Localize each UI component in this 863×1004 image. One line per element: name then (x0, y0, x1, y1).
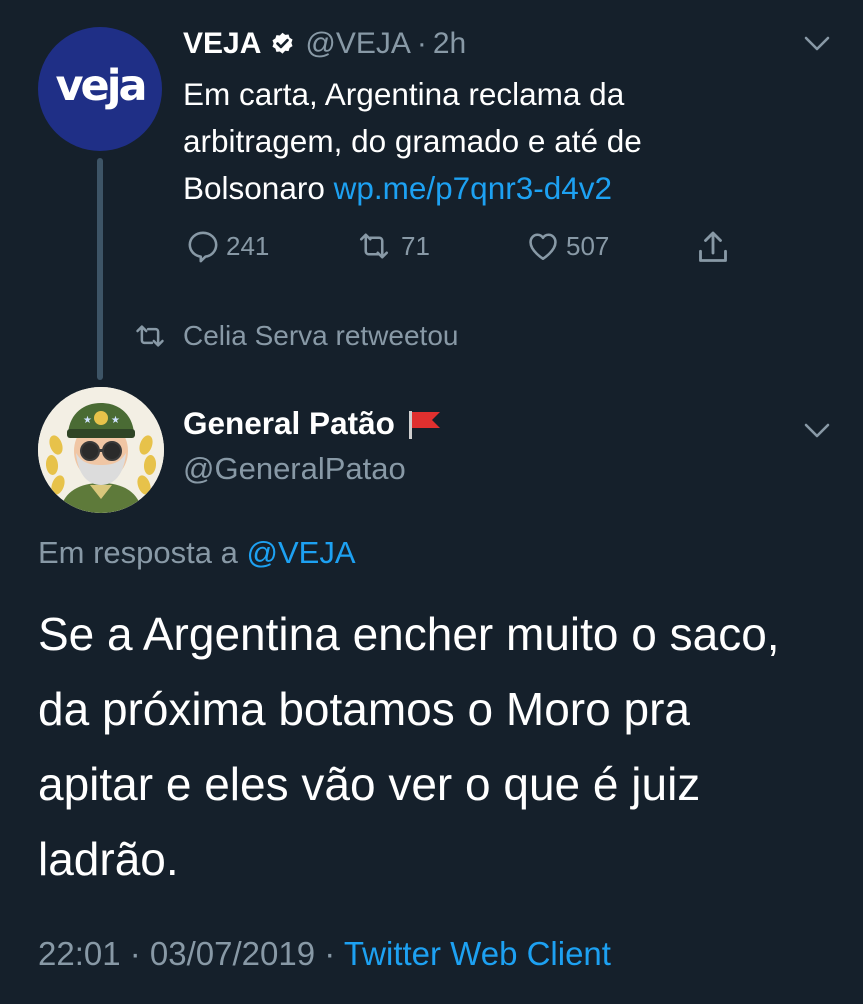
main-text-line: da próxima botamos o Moro pra (38, 683, 690, 735)
parent-handle[interactable]: @VEJA (305, 27, 410, 61)
reply-to-handle-link[interactable]: @VEJA (247, 535, 356, 570)
retweet-context[interactable]: Celia Serva retweetou (135, 320, 458, 352)
main-tweet-text: Se a Argentina encher muito o saco, da p… (38, 597, 838, 897)
reply-to-line: Em resposta a @VEJA (38, 535, 356, 571)
parent-text-line: Em carta, Argentina reclama da (183, 76, 625, 112)
chevron-down-icon[interactable] (804, 36, 830, 52)
main-display-name-row: General Patão (183, 405, 445, 442)
main-display-name[interactable]: General Patão (183, 405, 395, 442)
avatar-logo-text: veja (55, 61, 148, 111)
retweet-count: 71 (401, 230, 430, 261)
retweet-icon (136, 325, 164, 347)
thread-connector-line (97, 158, 103, 380)
reply-icon (188, 231, 218, 263)
share-button[interactable] (693, 228, 738, 268)
red-flag-icon (408, 410, 440, 439)
verified-badge-icon (272, 32, 293, 54)
like-button[interactable]: 507 (525, 228, 609, 264)
reply-button[interactable]: 241 (185, 228, 269, 264)
main-text-line: apitar e eles vão ver o que é juiz (38, 758, 701, 810)
reply-count: 241 (226, 230, 270, 261)
svg-text:★: ★ (83, 415, 92, 426)
chevron-down-icon[interactable] (804, 423, 830, 439)
main-handle[interactable]: @GeneralPatao (183, 451, 406, 487)
veja-avatar[interactable]: veja (38, 27, 162, 151)
retweet-icon (359, 233, 389, 259)
retweet-context-label: Celia Serva retweetou (183, 320, 459, 351)
meta-separator: · (416, 27, 427, 60)
share-icon (699, 231, 727, 262)
avatar-illustration: ★ ★ (38, 387, 164, 513)
tweet-actions-bar: 241 71 507 (185, 228, 745, 272)
tweet-timestamp[interactable]: 22:01 · 03/07/2019 · (38, 935, 335, 972)
tweet-footer: 22:01 · 03/07/2019 · Twitter Web Client (38, 935, 611, 973)
main-text-line: Se a Argentina encher muito o saco, (38, 608, 780, 660)
main-text-line: ladrão. (38, 833, 179, 885)
parent-text-line: Bolsonaro wp.me/p7qnr3-d4v2 (183, 165, 783, 212)
heart-icon (529, 233, 557, 261)
retweet-button[interactable]: 71 (352, 228, 430, 264)
svg-text:★: ★ (111, 415, 120, 426)
parent-tweet-text: Em carta, Argentina reclama da arbitrage… (183, 71, 783, 212)
parent-text-line: arbitragem, do gramado e até de (183, 123, 642, 159)
parent-tweet-header: VEJA @VEJA · 2h (183, 24, 466, 64)
parent-display-name[interactable]: VEJA (183, 27, 261, 61)
like-count: 507 (566, 230, 610, 261)
article-link[interactable]: wp.me/p7qnr3-d4v2 (334, 170, 612, 206)
parent-text-line-end: Bolsonaro (183, 170, 325, 206)
general-patao-avatar[interactable]: ★ ★ (38, 387, 164, 513)
reply-to-prefix: Em resposta a (38, 535, 238, 570)
parent-time[interactable]: 2h (433, 27, 466, 61)
tweet-source-link[interactable]: Twitter Web Client (344, 935, 611, 972)
